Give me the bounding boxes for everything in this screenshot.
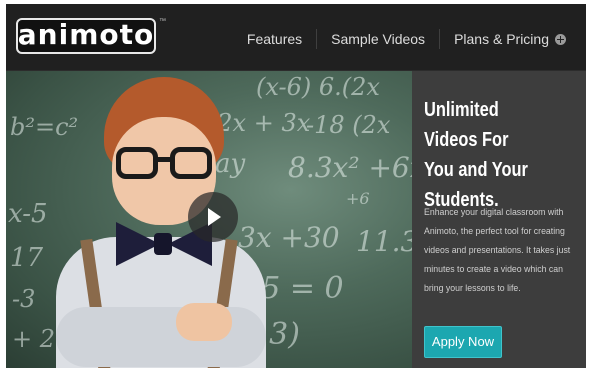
info-panel: Unlimited Videos For You and Your Studen… — [412, 71, 586, 368]
apply-now-button[interactable]: Apply Now — [424, 326, 502, 358]
hero-video-thumbnail[interactable]: b²=c² 12x + 3x (x-6) 6.(2x -18 (2x x-ay … — [6, 71, 412, 368]
play-icon[interactable] — [188, 192, 238, 242]
animoto-logo[interactable]: animoto ™ — [16, 18, 166, 54]
nav-features-label: Features — [246, 31, 303, 47]
main-nav: Features Sample Videos Plans & Pricing — [233, 28, 580, 50]
page-frame: animoto ™ Features Sample Videos Plans &… — [6, 4, 586, 368]
nav-features[interactable]: Features — [233, 29, 316, 49]
plus-circle-icon — [555, 33, 566, 45]
chalk-text: +6 — [346, 189, 370, 208]
chalk-text: 17 — [10, 243, 44, 273]
crossed-arms-shape — [56, 307, 266, 367]
bowtie-knot-shape — [154, 233, 172, 255]
panel-description: Enhance your digital classroom with Anim… — [424, 207, 571, 294]
chalk-text: -3 — [12, 285, 36, 313]
nav-sample-videos-label: Sample Videos — [331, 31, 426, 47]
nav-plans-pricing[interactable]: Plans & Pricing — [440, 29, 580, 49]
chalk-text: 8.3x² +6x — [288, 151, 412, 184]
student-photo — [46, 77, 276, 368]
hand-shape — [176, 303, 232, 341]
chalk-text: -18 (2x — [306, 111, 391, 139]
logo-text: animoto — [17, 18, 155, 51]
glasses-bridge-shape — [156, 157, 172, 162]
chalk-text: x-5 — [8, 199, 48, 229]
glasses-shape — [116, 147, 158, 179]
logo-trademark: ™ — [159, 18, 166, 25]
panel-headline: Unlimited Videos For You and Your Studen… — [424, 99, 528, 211]
glasses-shape — [170, 147, 212, 179]
nav-plans-pricing-label: Plans & Pricing — [454, 31, 549, 47]
chalk-text: 11.3 — [356, 225, 412, 258]
nav-sample-videos[interactable]: Sample Videos — [317, 29, 439, 49]
site-header: animoto ™ Features Sample Videos Plans &… — [6, 4, 586, 71]
